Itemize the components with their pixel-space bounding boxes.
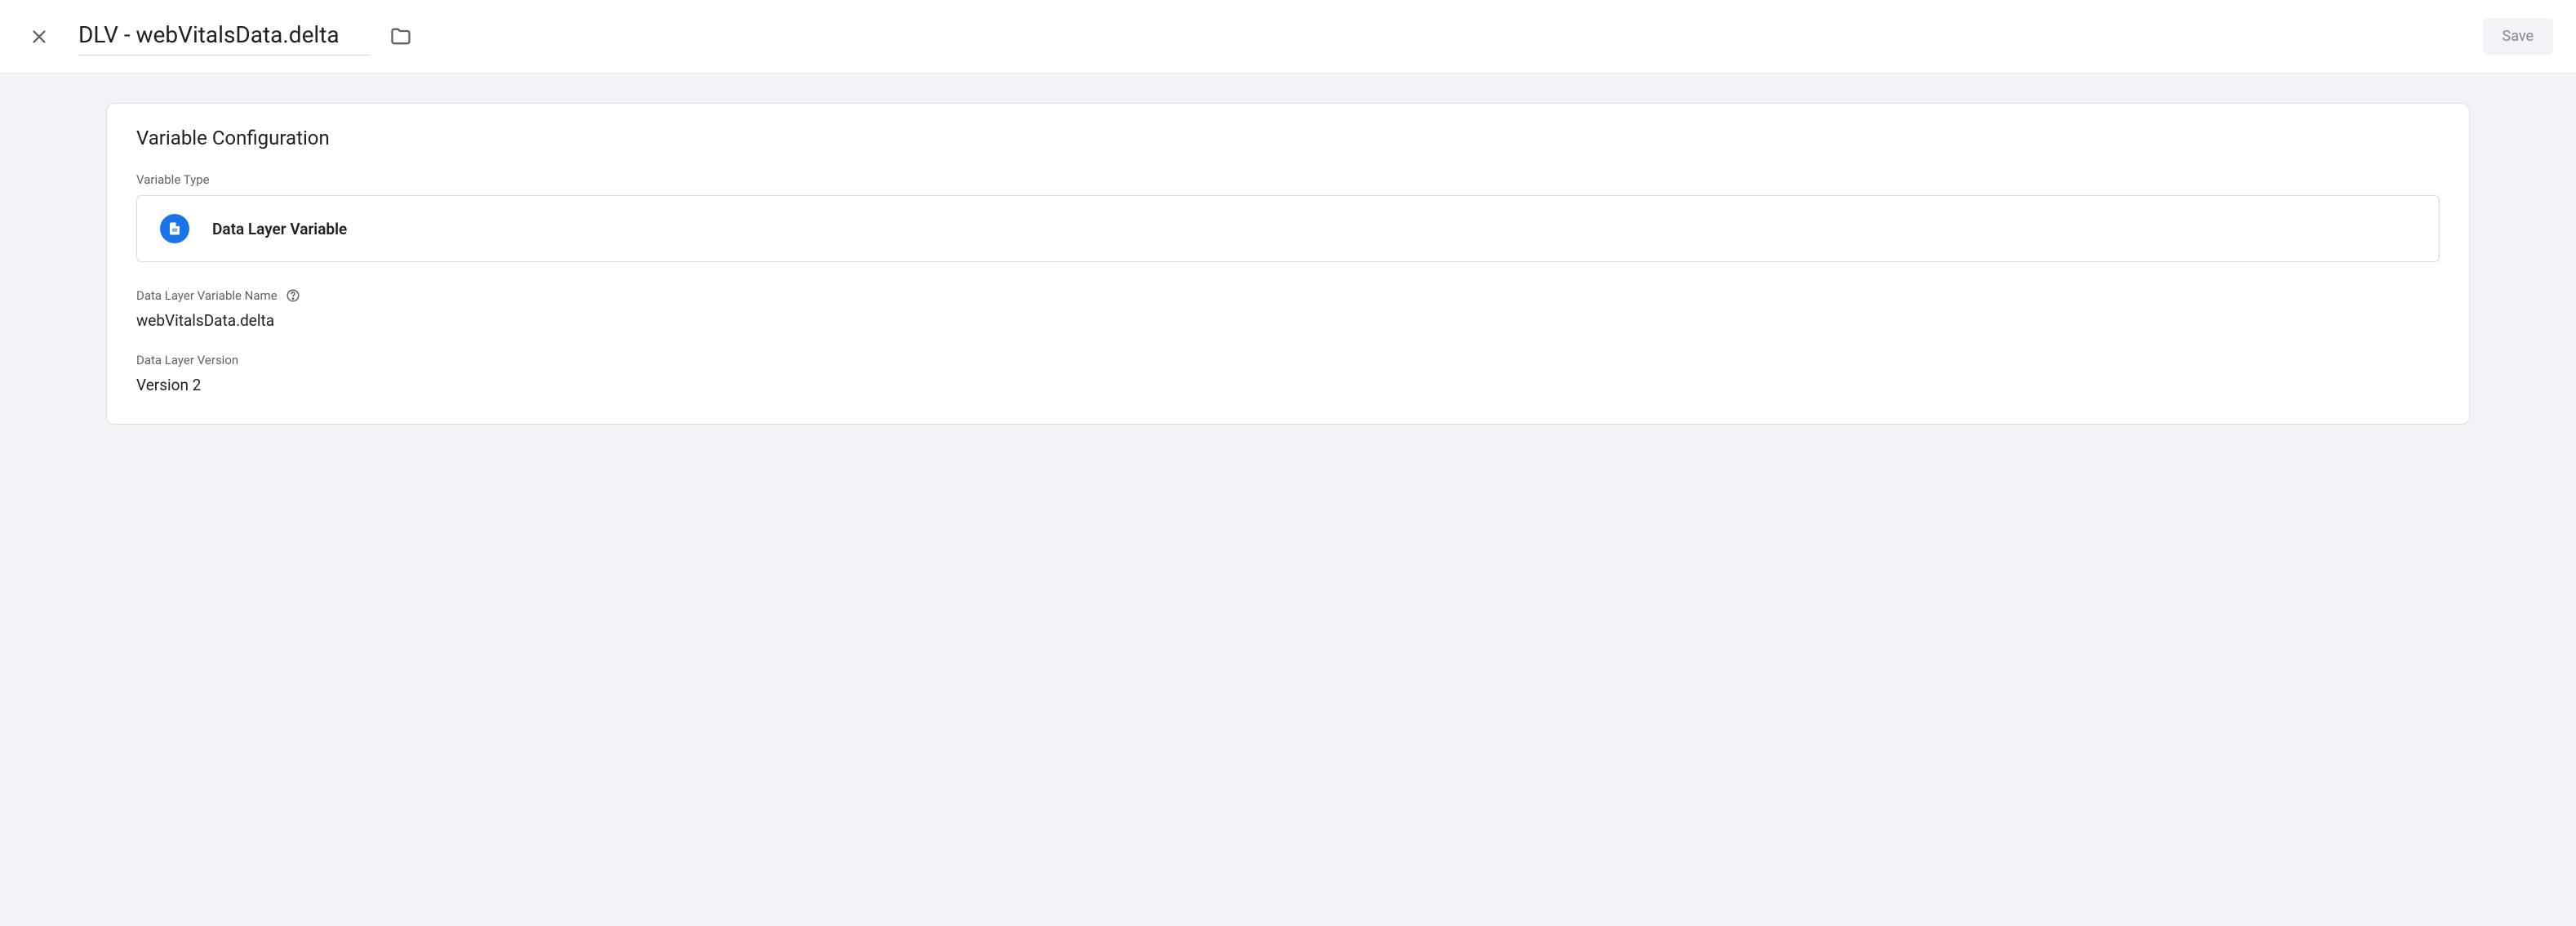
variable-name-value: webVitalsData.delta — [136, 311, 2440, 330]
version-label: Data Layer Version — [136, 353, 2440, 367]
close-button[interactable] — [23, 20, 56, 53]
variable-configuration-card: Variable Configuration Variable Type Dat… — [106, 103, 2470, 425]
folder-button[interactable] — [384, 20, 417, 53]
save-button[interactable]: Save — [2483, 18, 2554, 55]
variable-type-name: Data Layer Variable — [212, 220, 347, 238]
data-layer-variable-icon — [160, 214, 189, 243]
variable-type-label: Variable Type — [136, 172, 2440, 187]
help-icon[interactable] — [286, 288, 300, 303]
variable-type-selector[interactable]: Data Layer Variable — [136, 195, 2440, 262]
variable-name-input[interactable] — [78, 18, 370, 56]
header: Save — [0, 0, 2576, 73]
card-title: Variable Configuration — [136, 127, 2440, 149]
version-value: Version 2 — [136, 376, 2440, 394]
variable-name-label: Data Layer Variable Name — [136, 288, 2440, 303]
content-area: Variable Configuration Variable Type Dat… — [0, 73, 2576, 926]
close-icon — [30, 28, 48, 46]
folder-icon — [389, 25, 412, 48]
